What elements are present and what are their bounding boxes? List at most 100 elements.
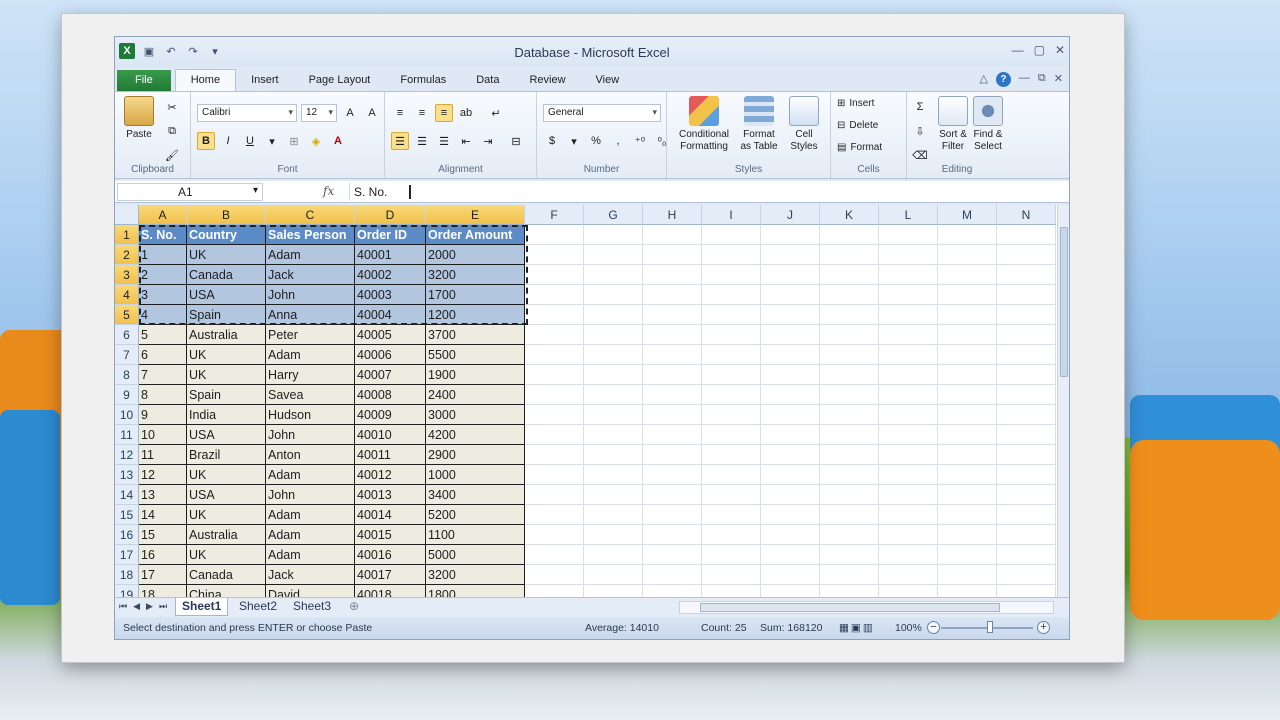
cell-h19[interactable] — [643, 585, 702, 597]
cell-b15[interactable]: UK — [187, 505, 266, 525]
cell-b16[interactable]: Australia — [187, 525, 266, 545]
cell-h3[interactable] — [643, 265, 702, 285]
column-header-k[interactable]: K — [820, 205, 879, 225]
percent-icon[interactable]: % — [587, 132, 605, 150]
column-header-i[interactable]: I — [702, 205, 761, 225]
cell-g17[interactable] — [584, 545, 643, 565]
insert-sheet-icon[interactable]: ⊕ — [343, 598, 365, 616]
cell-e15[interactable]: 5200 — [426, 505, 525, 525]
cell-m8[interactable] — [938, 365, 997, 385]
cell-f13[interactable] — [525, 465, 584, 485]
cell-k8[interactable] — [820, 365, 879, 385]
cell-j15[interactable] — [761, 505, 820, 525]
cell-f6[interactable] — [525, 325, 584, 345]
cell-m14[interactable] — [938, 485, 997, 505]
cell-j10[interactable] — [761, 405, 820, 425]
cell-h7[interactable] — [643, 345, 702, 365]
cell-g18[interactable] — [584, 565, 643, 585]
cell-c16[interactable]: Adam — [266, 525, 355, 545]
cell-m15[interactable] — [938, 505, 997, 525]
cell-k4[interactable] — [820, 285, 879, 305]
cell-g11[interactable] — [584, 425, 643, 445]
cell-m4[interactable] — [938, 285, 997, 305]
tab-formulas[interactable]: Formulas — [385, 70, 461, 91]
cell-n18[interactable] — [997, 565, 1056, 585]
cell-b3[interactable]: Canada — [187, 265, 266, 285]
maximize-icon[interactable]: ▢ — [1034, 43, 1045, 57]
cell-e6[interactable]: 3700 — [426, 325, 525, 345]
cell-l16[interactable] — [879, 525, 938, 545]
cell-b14[interactable]: USA — [187, 485, 266, 505]
next-sheet-icon[interactable]: ▶ — [146, 601, 153, 612]
close-icon[interactable]: ✕ — [1055, 43, 1065, 57]
increase-indent-icon[interactable]: ⇥ — [479, 132, 497, 150]
cell-c9[interactable]: Savea — [266, 385, 355, 405]
row-header-19[interactable]: 19 — [115, 585, 139, 597]
cell-f19[interactable] — [525, 585, 584, 597]
cell-j4[interactable] — [761, 285, 820, 305]
cell-g1[interactable] — [584, 225, 643, 245]
cell-c2[interactable]: Adam — [266, 245, 355, 265]
cell-k16[interactable] — [820, 525, 879, 545]
cell-d16[interactable]: 40015 — [355, 525, 426, 545]
column-header-a[interactable]: A — [139, 205, 187, 225]
cell-b6[interactable]: Australia — [187, 325, 266, 345]
cell-e8[interactable]: 1900 — [426, 365, 525, 385]
cell-l18[interactable] — [879, 565, 938, 585]
cell-a16[interactable]: 15 — [139, 525, 187, 545]
cell-c8[interactable]: Harry — [266, 365, 355, 385]
horizontal-scroll-thumb[interactable] — [700, 603, 1000, 612]
tab-page-layout[interactable]: Page Layout — [294, 70, 386, 91]
cell-a17[interactable]: 16 — [139, 545, 187, 565]
cell-d18[interactable]: 40017 — [355, 565, 426, 585]
cell-d7[interactable]: 40006 — [355, 345, 426, 365]
help-icon[interactable]: ? — [995, 72, 1011, 87]
cell-f3[interactable] — [525, 265, 584, 285]
cell-a12[interactable]: 11 — [139, 445, 187, 465]
worksheet-grid[interactable]: A B C D E F G H I J K L M N 1 S. No. Country Sales Person… — [115, 205, 1057, 597]
cell-styles-button[interactable]: Cell Styles — [783, 96, 825, 153]
cell-f16[interactable] — [525, 525, 584, 545]
cell-e19[interactable]: 1800 — [426, 585, 525, 597]
cell-c7[interactable]: Adam — [266, 345, 355, 365]
cell-a11[interactable]: 10 — [139, 425, 187, 445]
vertical-scroll-thumb[interactable] — [1060, 227, 1068, 377]
cell-l5[interactable] — [879, 305, 938, 325]
cell-f7[interactable] — [525, 345, 584, 365]
cell-l8[interactable] — [879, 365, 938, 385]
cell-j7[interactable] — [761, 345, 820, 365]
cell-i8[interactable] — [702, 365, 761, 385]
cell-g10[interactable] — [584, 405, 643, 425]
cell-g8[interactable] — [584, 365, 643, 385]
cell-m12[interactable] — [938, 445, 997, 465]
autosum-icon[interactable]: Σ — [911, 98, 929, 116]
tab-home[interactable]: Home — [174, 69, 237, 91]
cell-b5[interactable]: Spain — [187, 305, 266, 325]
cell-a14[interactable]: 13 — [139, 485, 187, 505]
cell-m13[interactable] — [938, 465, 997, 485]
zoom-slider-handle[interactable] — [987, 621, 993, 633]
row-header-13[interactable]: 13 — [115, 465, 139, 485]
cell-j3[interactable] — [761, 265, 820, 285]
cell-k11[interactable] — [820, 425, 879, 445]
cell-m6[interactable] — [938, 325, 997, 345]
cut-icon[interactable]: ✂ — [163, 98, 181, 116]
row-header-4[interactable]: 4 — [115, 285, 139, 305]
cell-e10[interactable]: 3000 — [426, 405, 525, 425]
cell-m5[interactable] — [938, 305, 997, 325]
cell-d3[interactable]: 40002 — [355, 265, 426, 285]
row-header-5[interactable]: 5 — [115, 305, 139, 325]
row-header-14[interactable]: 14 — [115, 485, 139, 505]
cell-k5[interactable] — [820, 305, 879, 325]
align-center-icon[interactable]: ☰ — [413, 132, 431, 150]
cell-j18[interactable] — [761, 565, 820, 585]
column-header-d[interactable]: D — [355, 205, 426, 225]
tab-file[interactable]: File — [117, 70, 171, 91]
cell-l7[interactable] — [879, 345, 938, 365]
minimize-ribbon-icon[interactable]: △ — [979, 72, 987, 87]
cell-g14[interactable] — [584, 485, 643, 505]
cell-n13[interactable] — [997, 465, 1056, 485]
cell-k7[interactable] — [820, 345, 879, 365]
cell-h18[interactable] — [643, 565, 702, 585]
fill-color-icon[interactable]: ◈ — [307, 132, 325, 150]
